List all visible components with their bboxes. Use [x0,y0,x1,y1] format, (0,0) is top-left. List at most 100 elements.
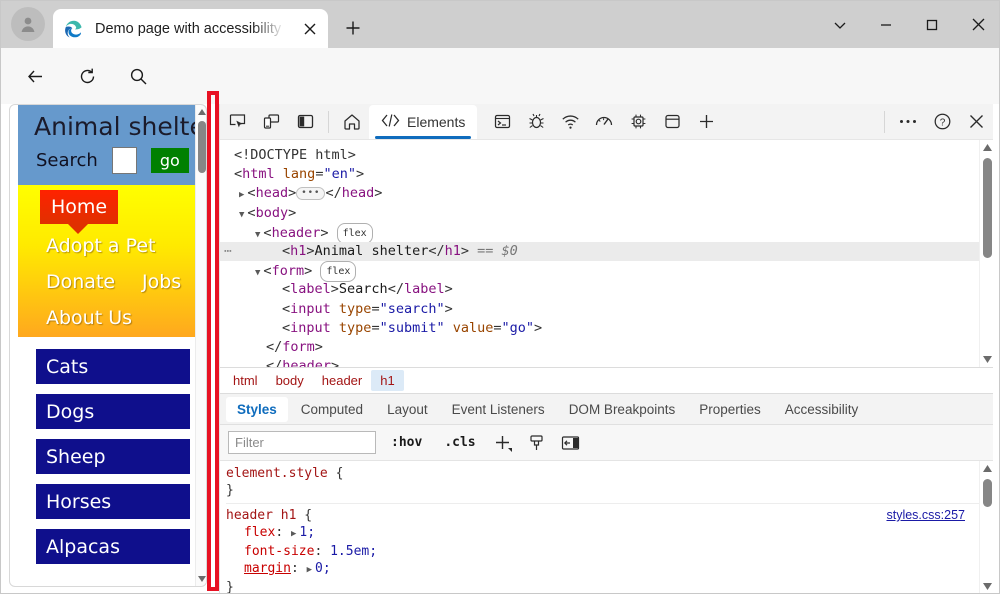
dom-node[interactable]: <label>Search</label> [220,280,993,299]
list-item[interactable]: Cats [36,349,190,384]
nav-item-adopt-a-pet[interactable]: Adopt a Pet [46,235,156,257]
tab-layout[interactable]: Layout [376,397,439,422]
css-property-value[interactable]: 1; [299,525,315,540]
close-window-button[interactable] [955,1,1000,48]
filter-input[interactable]: Filter [228,431,376,454]
rule-selector[interactable]: header h1 [226,508,296,523]
device-emulation-icon[interactable] [254,105,288,139]
css-property-name[interactable]: font-size [244,544,314,559]
scroll-down-arrow-icon[interactable] [980,579,993,594]
minimize-button[interactable] [863,1,909,48]
list-item[interactable]: Dogs [36,394,190,429]
style-rule[interactable]: header h1 {styles.css:257flex: ▶1;font-s… [226,507,993,594]
flex-badge[interactable]: flex [337,223,373,244]
nav-item-home[interactable]: Home [40,190,118,224]
scroll-down-arrow-icon[interactable] [196,573,207,585]
breadcrumb-item-body[interactable]: body [267,370,313,391]
tab-elements[interactable]: Elements [369,105,477,139]
hov-button[interactable]: :hov [384,432,429,453]
console-icon[interactable] [485,105,519,139]
new-tab-button[interactable] [338,13,368,43]
tab-close-icon[interactable] [300,19,320,39]
dom-node[interactable]: <html lang="en"> [220,165,993,184]
print-preview-icon[interactable] [523,430,551,456]
page-scrollbar[interactable] [195,105,206,586]
browser-tab[interactable]: Demo page with accessibility issu [53,9,328,48]
page-scrollbar-thumb[interactable] [198,121,206,173]
go-button[interactable]: go [151,148,189,173]
dom-node[interactable]: <input type="submit" value="go"> [220,319,993,338]
dom-tree-container[interactable]: <!DOCTYPE html><html lang="en">▶<head>••… [220,140,993,368]
close-devtools-icon[interactable] [959,105,993,139]
css-property-name[interactable]: margin [244,561,291,576]
css-declaration[interactable]: margin: ▶0; [226,560,993,579]
tab-event-listeners[interactable]: Event Listeners [441,397,556,422]
breadcrumb-item-html[interactable]: html [224,370,267,391]
collapsed-children-icon[interactable]: ••• [296,187,325,200]
breadcrumb[interactable]: htmlbodyheaderh1 [220,368,993,394]
nav-item-donate[interactable]: Donate [46,271,115,293]
expand-triangle-down-icon[interactable]: ▼ [255,230,260,240]
back-arrow-icon[interactable] [19,60,51,92]
css-declaration[interactable]: font-size: 1.5em; [226,543,993,560]
dom-node[interactable]: <!DOCTYPE html> [220,146,993,165]
dom-node[interactable]: </header> [220,357,993,368]
rule-selector[interactable]: element.style [226,466,328,481]
list-item[interactable]: Sheep [36,439,190,474]
scroll-up-arrow-icon[interactable] [980,461,993,476]
dom-tree[interactable]: <!DOCTYPE html><html lang="en">▶<head>••… [220,140,993,368]
tab-styles[interactable]: Styles [226,397,288,422]
tab-accessibility[interactable]: Accessibility [774,397,870,422]
css-declaration[interactable]: flex: ▶1; [226,524,993,543]
dom-tree-scrollbar[interactable] [979,140,993,367]
expand-value-triangle-icon[interactable]: ▶ [291,529,296,539]
performance-icon[interactable] [587,105,621,139]
more-tabs-plus-icon[interactable] [689,105,723,139]
search-icon[interactable] [122,60,154,92]
dom-node-selected[interactable]: ⋯<h1>Animal shelter</h1> == $0 [220,242,993,261]
css-property-name[interactable]: flex [244,525,275,540]
dom-node[interactable]: <input type="search"> [220,300,993,319]
list-item[interactable]: Alpacas [36,529,190,564]
nav-item-jobs[interactable]: Jobs [142,271,181,293]
inspect-element-icon[interactable] [220,105,254,139]
help-icon[interactable]: ? [925,105,959,139]
breadcrumb-item-header[interactable]: header [313,370,371,391]
dom-node[interactable]: ▶<head>•••</head> [220,184,993,203]
expand-triangle-down-icon[interactable]: ▼ [239,210,244,220]
css-property-value[interactable]: 0; [315,561,331,576]
more-options-icon[interactable] [891,105,925,139]
expand-value-triangle-icon[interactable]: ▶ [307,565,312,575]
scroll-up-arrow-icon[interactable] [980,140,993,155]
styles-scrollbar-thumb[interactable] [983,479,992,507]
sidebar-tabs[interactable]: StylesComputedLayoutEvent ListenersDOM B… [220,394,993,425]
refresh-icon[interactable] [71,60,103,92]
expand-triangle-down-icon[interactable]: ▼ [255,268,260,278]
memory-icon[interactable] [621,105,655,139]
application-icon[interactable] [655,105,689,139]
expand-triangle-right-icon[interactable]: ▶ [239,190,244,200]
sources-debugger-icon[interactable] [519,105,553,139]
search-input[interactable] [112,147,137,174]
cls-button[interactable]: .cls [437,432,482,453]
home-icon[interactable] [335,105,369,139]
tab-dom-breakpoints[interactable]: DOM Breakpoints [558,397,687,422]
styles-scrollbar[interactable] [979,461,993,594]
dom-node[interactable]: </form> [220,338,993,357]
nav-item-about-us[interactable]: About Us [46,307,132,329]
breadcrumb-item-h1[interactable]: h1 [371,370,403,391]
dom-node[interactable]: ▼<header> flex [220,223,993,242]
network-icon[interactable] [553,105,587,139]
plus-icon[interactable] [489,430,517,456]
tab-computed[interactable]: Computed [290,397,374,422]
toggle-sidebar-icon[interactable] [557,430,585,456]
scroll-up-arrow-icon[interactable] [196,106,207,118]
tab-properties[interactable]: Properties [688,397,772,422]
styles-pane[interactable]: element.style {}header h1 {styles.css:25… [220,461,993,594]
flex-badge[interactable]: flex [320,261,356,282]
list-item[interactable]: Horses [36,484,190,519]
tab-actions-chevron-icon[interactable] [817,1,863,48]
dom-node[interactable]: ▼<body> [220,204,993,223]
maximize-button[interactable] [909,1,955,48]
scroll-down-arrow-icon[interactable] [980,352,993,367]
